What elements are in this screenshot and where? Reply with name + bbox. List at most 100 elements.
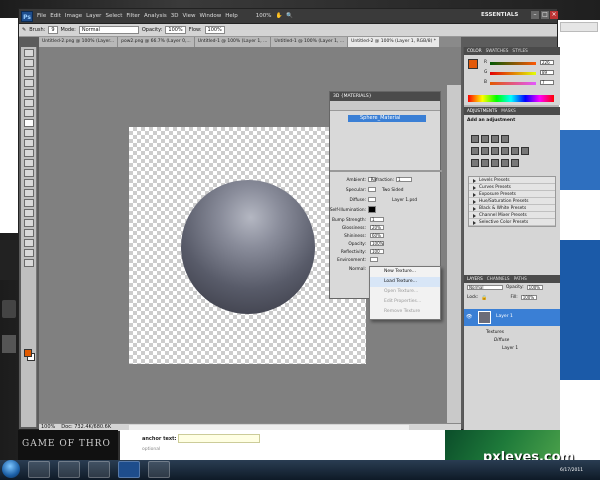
curves-icon[interactable] [491, 135, 499, 143]
anchor-text-input[interactable] [178, 434, 260, 443]
document-tab[interactable]: pow2.png @ 66.7% (Layer 0,... [118, 37, 194, 47]
path-select-tool-icon[interactable] [23, 209, 34, 217]
blend-mode-select[interactable]: Normal [467, 285, 503, 290]
gradient-map-icon[interactable] [501, 159, 509, 167]
layer-name[interactable]: Layer 1 [496, 314, 513, 319]
menu-image[interactable]: Image [65, 13, 82, 19]
preset-item[interactable]: Selective Color Presets [469, 219, 555, 226]
eye-icon[interactable]: 👁 [466, 314, 472, 320]
menu-filter[interactable]: Filter [126, 13, 140, 19]
hand-tool-icon[interactable] [23, 249, 34, 257]
tab-styles[interactable]: STYLES [512, 47, 527, 55]
shape-tool-icon[interactable] [23, 219, 34, 227]
photo-filter-icon[interactable] [511, 147, 519, 155]
zoom-tool-icon[interactable] [23, 259, 34, 267]
desktop-icon[interactable] [2, 300, 16, 318]
taskbar-explorer-icon[interactable] [28, 461, 50, 478]
environment-texture-button[interactable] [370, 257, 378, 262]
close-icon[interactable]: × [550, 11, 558, 19]
blur-tool-icon[interactable] [23, 169, 34, 177]
threshold-icon[interactable] [491, 159, 499, 167]
refraction-input[interactable]: 1 [396, 177, 412, 182]
desktop-icon[interactable] [0, 240, 20, 280]
background-browser-tab[interactable] [560, 22, 598, 32]
black-white-icon[interactable] [501, 147, 509, 155]
color-balance-icon[interactable] [491, 147, 499, 155]
posterize-icon[interactable] [481, 159, 489, 167]
clone-tool-icon[interactable] [23, 129, 34, 137]
tab-masks[interactable]: MASKS [501, 107, 516, 115]
tab-layers[interactable]: LAYERS [467, 275, 483, 283]
menu-open-texture[interactable]: Open Texture... [370, 287, 440, 297]
panel-title[interactable]: 3D {MATERIALS} [330, 92, 440, 101]
start-button-icon[interactable] [2, 460, 20, 478]
eyedropper-tool-icon[interactable] [23, 99, 34, 107]
layer-opacity-input[interactable]: 100% [526, 285, 543, 290]
self-illumination-swatch[interactable] [368, 206, 376, 213]
diffuse-layer[interactable]: Layer 1 [502, 346, 518, 351]
flow-input[interactable]: 100% [204, 26, 225, 34]
taskbar-browser-icon[interactable] [58, 461, 80, 478]
fill-input[interactable]: 100% [520, 295, 537, 300]
document-tab[interactable]: Untitled-2.png @ 100% (Layer... [39, 37, 118, 47]
opacity-input[interactable]: 100% [370, 241, 384, 246]
marquee-tool-icon[interactable] [23, 59, 34, 67]
lasso-tool-icon[interactable] [23, 69, 34, 77]
reflectivity-input[interactable]: 100 [370, 249, 384, 254]
clock[interactable]: 6/17/2011 [560, 468, 583, 473]
brush-tool-icon[interactable] [23, 119, 34, 127]
dodge-tool-icon[interactable] [23, 179, 34, 187]
menu-load-texture[interactable]: Load Texture... [370, 277, 440, 287]
blue-value[interactable]: 7 [540, 80, 554, 85]
document-tab[interactable]: Untitled-1 @ 100% (Layer 1, ... [271, 37, 348, 47]
red-slider[interactable] [490, 62, 536, 65]
pen-tool-icon[interactable] [23, 189, 34, 197]
menu-3d[interactable]: 3D [171, 13, 179, 19]
quick-select-tool-icon[interactable] [23, 79, 34, 87]
tab-paths[interactable]: PATHS [514, 275, 527, 283]
taskbar-app-icon[interactable] [148, 461, 170, 478]
crop-tool-icon[interactable] [23, 89, 34, 97]
3d-sphere[interactable] [181, 180, 315, 314]
shininess-input[interactable]: 60% [370, 233, 384, 238]
history-brush-tool-icon[interactable] [23, 139, 34, 147]
levels-icon[interactable] [481, 135, 489, 143]
menu-window[interactable]: Window [200, 13, 222, 19]
document-tab-active[interactable]: Untitled-2 @ 100% (Layer 1, RGB/8) * [348, 37, 440, 47]
diffuse-swatch[interactable] [368, 197, 376, 202]
preset-item[interactable]: Black & White Presets [469, 205, 555, 212]
menu-edit-properties[interactable]: Edit Properties... [370, 297, 440, 307]
preset-item[interactable]: Levels Presets [469, 177, 555, 184]
taskbar-photoshop-icon[interactable] [118, 461, 140, 478]
minimize-icon[interactable]: – [531, 11, 539, 19]
two-sided-checkbox[interactable]: Two Sided [382, 188, 403, 193]
foreground-color-swatch[interactable] [468, 59, 478, 69]
menu-help[interactable]: Help [225, 13, 238, 19]
zoom-icon[interactable]: 🔍 [286, 13, 293, 19]
taskbar-app-icon[interactable] [88, 461, 110, 478]
tab-adjustments[interactable]: ADJUSTMENTS [467, 107, 497, 115]
maximize-icon[interactable]: □ [541, 11, 549, 19]
mode-select[interactable]: Normal [78, 26, 139, 34]
material-row[interactable]: Sphere_Material [348, 115, 426, 122]
menu-layer[interactable]: Layer [86, 13, 101, 19]
menu-file[interactable]: File [37, 13, 46, 19]
menu-new-texture[interactable]: New Texture... [370, 267, 440, 277]
hue-saturation-icon[interactable] [481, 147, 489, 155]
desktop-icon[interactable] [2, 335, 16, 353]
healing-tool-icon[interactable] [23, 109, 34, 117]
tab-swatches[interactable]: SWATCHES [486, 47, 509, 55]
gradient-tool-icon[interactable] [23, 159, 34, 167]
preset-item[interactable]: Channel Mixer Presets [469, 212, 555, 219]
vibrance-icon[interactable] [471, 147, 479, 155]
glossiness-input[interactable]: 20% [370, 225, 384, 230]
specular-swatch[interactable] [368, 187, 376, 192]
preset-item[interactable]: Exposure Presets [469, 191, 555, 198]
layer-thumbnail[interactable] [478, 311, 491, 324]
lock-icon[interactable]: 🔒 [481, 295, 487, 301]
eraser-tool-icon[interactable] [23, 149, 34, 157]
blue-slider[interactable] [490, 82, 536, 85]
menu-analysis[interactable]: Analysis [144, 13, 167, 19]
opacity-input[interactable]: 100% [165, 26, 186, 34]
invert-icon[interactable] [471, 159, 479, 167]
